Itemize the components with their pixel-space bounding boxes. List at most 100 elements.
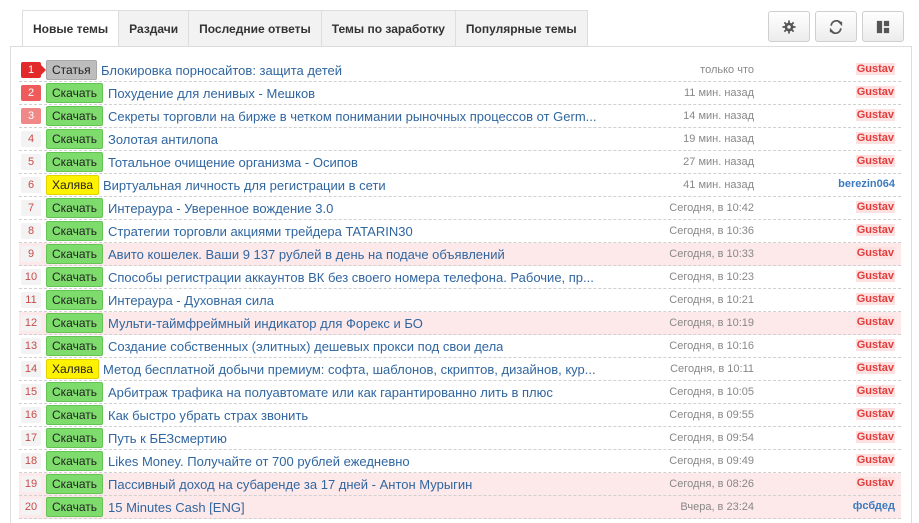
thread-title-link[interactable]: Мульти-таймфреймный индикатор для Форекс… <box>108 316 423 331</box>
thread-title-link[interactable]: Likes Money. Получайте от 700 рублей еже… <box>108 454 410 469</box>
thread-title-link[interactable]: Арбитраж трафика на полуавтомате или как… <box>108 385 553 400</box>
thread-author-link[interactable]: Gustav <box>855 454 895 466</box>
tab-latest-replies[interactable]: Последние ответы <box>189 10 322 47</box>
thread-row: 18 Скачать Likes Money. Получайте от 700 р… <box>19 450 901 473</box>
thread-time: Сегодня, в 10:23 <box>669 271 754 283</box>
thread-title-link[interactable]: 15 Minutes Cash [ENG] <box>108 500 245 515</box>
thread-time: Вчера, в 23:24 <box>680 501 754 513</box>
thread-row: 9 Скачать Авито кошелек. Ваши 9 137 рублей… <box>19 243 901 266</box>
thread-title-link[interactable]: Виртуальная личность для регистрации в с… <box>103 178 386 193</box>
thread-row: 4 Скачать Золотая антилопа 19 мин. назад Gus… <box>19 128 901 151</box>
thread-rank: 11 <box>21 292 41 308</box>
thread-prefix-tag[interactable]: Скачать <box>46 198 103 218</box>
thread-time: 41 мин. назад <box>683 179 754 191</box>
thread-author-link[interactable]: Gustav <box>855 155 895 167</box>
tab-new-threads[interactable]: Новые темы <box>22 10 120 47</box>
thread-prefix-tag[interactable]: Скачать <box>46 83 103 103</box>
tab-earning-threads[interactable]: Темы по заработку <box>321 10 456 47</box>
thread-title-link[interactable]: Интераура - Уверенное вождение 3.0 <box>108 201 333 216</box>
layout-icon <box>876 20 890 34</box>
threads-panel: 1 Статья Блокировка порносайтов: защита де… <box>10 46 912 523</box>
tab-distributions[interactable]: Раздачи <box>119 10 190 47</box>
thread-row: 17 Скачать Путь к БЕЗсмертию Сегодня, в 09:… <box>19 427 901 450</box>
thread-author-link[interactable]: Gustav <box>855 408 895 420</box>
thread-title-link[interactable]: Стратегии торговли акциями трейдера TATA… <box>108 224 413 239</box>
thread-author-link[interactable]: Gustav <box>855 385 895 397</box>
refresh-icon <box>829 19 843 34</box>
thread-row: 13 Скачать Создание собственных (элитных) … <box>19 335 901 358</box>
thread-time: только что <box>700 64 754 76</box>
thread-prefix-tag[interactable]: Скачать <box>46 497 103 517</box>
toolbar <box>768 11 904 42</box>
thread-author-link[interactable]: Gustav <box>855 201 895 213</box>
layout-button[interactable] <box>862 11 904 42</box>
thread-time: Сегодня, в 10:42 <box>669 202 754 214</box>
thread-author-link[interactable]: Gustav <box>855 270 895 282</box>
thread-prefix-tag[interactable]: Скачать <box>46 313 103 333</box>
thread-rank: 5 <box>21 154 41 170</box>
thread-row: 15 Скачать Арбитраж трафика на полуавтомат… <box>19 381 901 404</box>
thread-prefix-tag[interactable]: Статья <box>46 60 97 80</box>
thread-prefix-tag[interactable]: Халява <box>46 175 100 195</box>
thread-author-link[interactable]: Gustav <box>855 293 895 305</box>
thread-title-link[interactable]: Золотая антилопа <box>108 132 218 147</box>
thread-row: 5 Скачать Тотальное очищение организма - О… <box>19 151 901 174</box>
thread-rank: 1 <box>21 62 46 78</box>
thread-title-link[interactable]: Авито кошелек. Ваши 9 137 рублей в день … <box>108 247 505 262</box>
settings-button[interactable] <box>768 11 810 42</box>
thread-rank: 10 <box>21 269 41 285</box>
thread-title-link[interactable]: Тотальное очищение организма - Осипов <box>108 155 358 170</box>
thread-author-link[interactable]: фсбдед <box>853 500 895 512</box>
thread-time: 27 мин. назад <box>683 156 754 168</box>
thread-prefix-tag[interactable]: Скачать <box>46 405 103 425</box>
thread-prefix-tag[interactable]: Скачать <box>46 267 103 287</box>
thread-author-link[interactable]: Gustav <box>855 63 895 75</box>
thread-title-link[interactable]: Пассивный доход на субаренде за 17 дней … <box>108 477 472 492</box>
thread-prefix-tag[interactable]: Скачать <box>46 152 103 172</box>
thread-prefix-tag[interactable]: Скачать <box>46 474 103 494</box>
thread-rank: 2 <box>21 85 41 101</box>
gear-icon <box>782 19 796 34</box>
thread-rank: 8 <box>21 223 41 239</box>
thread-author-link[interactable]: Gustav <box>855 339 895 351</box>
thread-author-link[interactable]: Gustav <box>855 477 895 489</box>
thread-rank: 19 <box>21 476 41 492</box>
thread-row: 16 Скачать Как быстро убрать страх звонить… <box>19 404 901 427</box>
thread-author-link[interactable]: Gustav <box>855 362 895 374</box>
thread-title-link[interactable]: Способы регистрации аккаунтов ВК без сво… <box>108 270 594 285</box>
thread-rank: 15 <box>21 384 41 400</box>
thread-prefix-tag[interactable]: Скачать <box>46 290 103 310</box>
thread-prefix-tag[interactable]: Скачать <box>46 382 103 402</box>
thread-prefix-tag[interactable]: Скачать <box>46 106 103 126</box>
tab-bar: Новые темы Раздачи Последние ответы Темы… <box>22 10 588 47</box>
thread-prefix-tag[interactable]: Скачать <box>46 221 103 241</box>
thread-title-link[interactable]: Секреты торговли на бирже в четком поним… <box>108 109 596 124</box>
thread-title-link[interactable]: Блокировка порносайтов: защита детей <box>101 63 342 78</box>
thread-prefix-tag[interactable]: Скачать <box>46 336 103 356</box>
thread-author-link[interactable]: Gustav <box>855 224 895 236</box>
thread-title-link[interactable]: Похудение для ленивых - Мешков <box>108 86 315 101</box>
thread-rank: 20 <box>21 499 41 515</box>
thread-title-link[interactable]: Создание собственных (элитных) дешевых п… <box>108 339 503 354</box>
tab-popular-threads[interactable]: Популярные темы <box>455 10 588 47</box>
thread-prefix-tag[interactable]: Скачать <box>46 428 103 448</box>
refresh-button[interactable] <box>815 11 857 42</box>
thread-author-link[interactable]: Gustav <box>855 132 895 144</box>
thread-rank: 13 <box>21 338 41 354</box>
thread-title-link[interactable]: Интераура - Духовная сила <box>108 293 274 308</box>
thread-title-link[interactable]: Как быстро убрать страх звонить <box>108 408 308 423</box>
thread-author-link[interactable]: Gustav <box>855 247 895 259</box>
thread-author-link[interactable]: Gustav <box>855 316 895 328</box>
thread-prefix-tag[interactable]: Скачать <box>46 129 103 149</box>
thread-author-link[interactable]: Gustav <box>855 86 895 98</box>
thread-row: 20 Скачать 15 Minutes Cash [ENG] Вчера, в 2… <box>19 496 901 519</box>
thread-author-link[interactable]: berezin064 <box>838 178 895 190</box>
thread-author-link[interactable]: Gustav <box>855 109 895 121</box>
thread-title-link[interactable]: Путь к БЕЗсмертию <box>108 431 227 446</box>
thread-row: 2 Скачать Похудение для ленивых - Мешков 11… <box>19 82 901 105</box>
thread-author-link[interactable]: Gustav <box>855 431 895 443</box>
thread-prefix-tag[interactable]: Халява <box>46 359 100 379</box>
thread-title-link[interactable]: Метод бесплатной добычи премиум: софта, … <box>103 362 596 377</box>
thread-prefix-tag[interactable]: Скачать <box>46 451 103 471</box>
thread-prefix-tag[interactable]: Скачать <box>46 244 103 264</box>
